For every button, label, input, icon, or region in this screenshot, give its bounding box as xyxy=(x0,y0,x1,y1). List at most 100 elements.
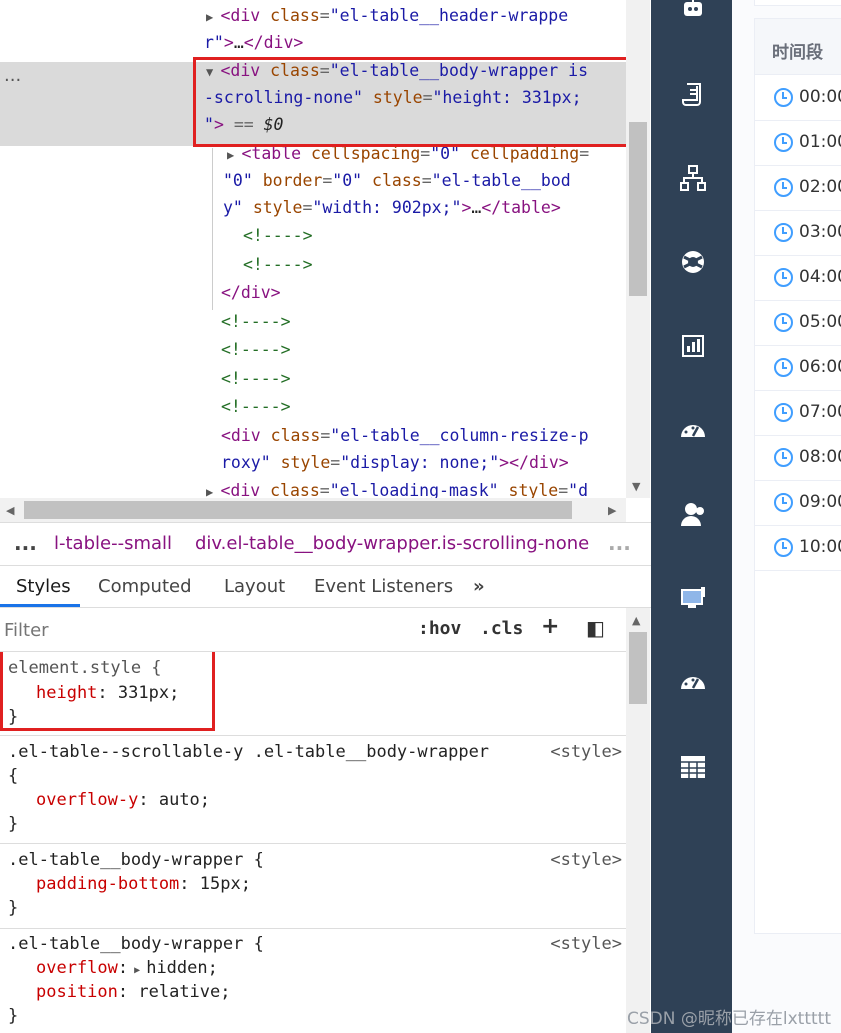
tab-event-listeners[interactable]: Event Listeners xyxy=(314,576,453,597)
dom-token: = xyxy=(302,198,313,217)
clock-icon xyxy=(774,358,793,377)
users-icon[interactable] xyxy=(679,500,707,528)
styles-filter-bar: :hov .cls + ◧ xyxy=(0,608,626,652)
tab-styles[interactable]: Styles xyxy=(16,576,71,597)
css-rule-open-brace: { xyxy=(8,766,19,786)
dom-horizontal-scroll-thumb[interactable] xyxy=(24,501,572,519)
dom-token: <!----> xyxy=(221,340,291,359)
css-property-name[interactable]: position xyxy=(36,982,118,1002)
scroll-left-arrow-icon[interactable]: ◀ xyxy=(6,504,14,517)
clock-icon xyxy=(774,538,793,557)
dom-token: = xyxy=(330,453,341,472)
dom-node-line[interactable]: ▶ <div class="el-loading-mask" style="d xyxy=(206,477,588,498)
lifebuoy-icon[interactable] xyxy=(679,248,707,276)
dom-token: "display: none;" xyxy=(340,453,500,472)
dom-node-line[interactable]: y" style="width: 902px;">…</table> xyxy=(223,194,561,222)
table-icon[interactable] xyxy=(679,752,707,780)
breadcrumb-item[interactable]: l-table--small xyxy=(54,533,172,554)
time-cell: 10:00 xyxy=(799,537,841,557)
scroll-down-arrow-icon[interactable]: ▼ xyxy=(632,480,640,493)
dom-node-line[interactable]: ▶ <div class="el-table__header-wrappe xyxy=(206,2,568,31)
sitemap-icon[interactable] xyxy=(679,164,707,192)
robot-icon[interactable] xyxy=(679,0,707,24)
dom-token: border xyxy=(262,171,323,190)
breadcrumb-overflow-left[interactable]: ... xyxy=(14,531,37,555)
table-row[interactable]: 05:00 xyxy=(755,301,841,346)
table-row[interactable]: 08:00 xyxy=(755,436,841,481)
css-rule-selector[interactable]: .el-table__body-wrapper { xyxy=(8,848,264,872)
column-header-time-slot[interactable]: 时间段 xyxy=(772,38,823,63)
highlight-box-element-style xyxy=(0,652,215,731)
dom-token: <!----> xyxy=(243,226,313,245)
hov-button[interactable]: :hov xyxy=(418,618,461,639)
dom-node-line[interactable]: </div> xyxy=(221,279,281,307)
css-rule-source[interactable]: <style> xyxy=(550,740,622,764)
expand-triangle-icon[interactable]: ▶ xyxy=(206,10,220,24)
dom-token: "el-loading-mask" xyxy=(329,481,509,498)
dom-node-line[interactable]: <!----> xyxy=(221,365,291,393)
monitor-icon[interactable] xyxy=(679,584,707,612)
elements-dom-tree[interactable]: ... ▶ <div class="el-table__header-wrapp… xyxy=(0,0,626,498)
table-row[interactable]: 07:00 xyxy=(755,391,841,436)
dom-token: class xyxy=(270,481,320,498)
css-property-value[interactable]: auto; xyxy=(159,790,210,810)
dom-token: "el-table__header-wrappe xyxy=(329,6,569,25)
css-rule-selector[interactable]: .el-table__body-wrapper { xyxy=(8,932,264,956)
cls-button[interactable]: .cls xyxy=(480,618,523,639)
dom-node-line[interactable]: <div class="el-table__column-resize-p xyxy=(221,422,589,450)
node-menu-dots[interactable]: ... xyxy=(4,62,21,90)
table-row[interactable]: 10:00 xyxy=(755,526,841,571)
css-property-value[interactable]: 15px; xyxy=(200,874,251,894)
css-property-name[interactable]: overflow xyxy=(36,958,118,978)
table-row[interactable]: 09:00 xyxy=(755,481,841,526)
expand-triangle-icon[interactable]: ▶ xyxy=(227,148,241,162)
table-row[interactable]: 06:00 xyxy=(755,346,841,391)
styles-vertical-scroll-thumb[interactable] xyxy=(629,632,647,704)
clock-icon xyxy=(774,403,793,422)
time-cell: 07:00 xyxy=(799,402,841,422)
app-sidebar xyxy=(651,0,732,1033)
dom-node-line[interactable]: <!----> xyxy=(221,336,291,364)
table-row[interactable]: 00:00 xyxy=(755,76,841,121)
dom-vertical-scroll-thumb[interactable] xyxy=(629,122,647,296)
dom-token: ></div> xyxy=(499,453,569,472)
scroll-right-arrow-icon[interactable]: ▶ xyxy=(608,504,616,517)
clock-icon xyxy=(774,223,793,242)
dom-node-line[interactable]: <!----> xyxy=(221,308,291,336)
toggle-sidebar-icon[interactable]: ◧ xyxy=(586,616,605,640)
table-row[interactable]: 02:00 xyxy=(755,166,841,211)
dom-token: class xyxy=(270,6,320,25)
dom-token: <!----> xyxy=(221,312,291,331)
scroll-icon[interactable] xyxy=(679,80,707,108)
dom-node-line[interactable]: <!----> xyxy=(221,393,291,421)
table-row[interactable]: 03:00 xyxy=(755,211,841,256)
expand-triangle-icon[interactable]: ▶ xyxy=(206,485,220,498)
styles-filter-input[interactable] xyxy=(4,614,400,646)
chart-icon[interactable] xyxy=(679,332,707,360)
dom-node-line[interactable]: <!----> xyxy=(243,222,313,250)
table-row[interactable]: 01:00 xyxy=(755,121,841,166)
dom-node-line[interactable]: r">…</div> xyxy=(204,29,303,57)
watermark: CSDN @昵称已存在lxttttt xyxy=(627,1009,831,1029)
tab-computed[interactable]: Computed xyxy=(98,576,192,597)
table-row[interactable]: 04:00 xyxy=(755,256,841,301)
new-style-rule-plus-icon[interactable]: + xyxy=(541,614,559,639)
dom-node-line[interactable]: roxy" style="display: none;"></div> xyxy=(221,449,569,477)
dashboard-icon-2[interactable] xyxy=(679,668,707,696)
css-property-value[interactable]: relative; xyxy=(138,982,230,1002)
breadcrumb-overflow-right[interactable]: ... xyxy=(608,531,631,555)
css-property-name[interactable]: padding-bottom xyxy=(36,874,179,894)
tab-layout[interactable]: Layout xyxy=(224,576,285,597)
expand-shorthand-triangle-icon[interactable]: ▶ xyxy=(128,965,146,976)
more-tabs-chevron-icon[interactable]: » xyxy=(473,576,485,597)
css-rule-source[interactable]: <style> xyxy=(550,932,622,956)
css-property-name[interactable]: overflow-y xyxy=(36,790,138,810)
dom-node-line[interactable]: <!----> xyxy=(243,251,313,279)
css-property-value[interactable]: hidden; xyxy=(146,958,218,978)
dom-node-line[interactable]: "0" border="0" class="el-table__bod xyxy=(223,167,571,195)
css-rule-source[interactable]: <style> xyxy=(550,848,622,872)
dashboard-icon[interactable] xyxy=(679,416,707,444)
css-rule-selector[interactable]: .el-table--scrollable-y .el-table__body-… xyxy=(8,740,489,764)
styles-scroll-up-arrow-icon[interactable]: ▲ xyxy=(632,614,640,627)
breadcrumb-item-selected[interactable]: div.el-table__body-wrapper.is-scrolling-… xyxy=(195,533,589,554)
